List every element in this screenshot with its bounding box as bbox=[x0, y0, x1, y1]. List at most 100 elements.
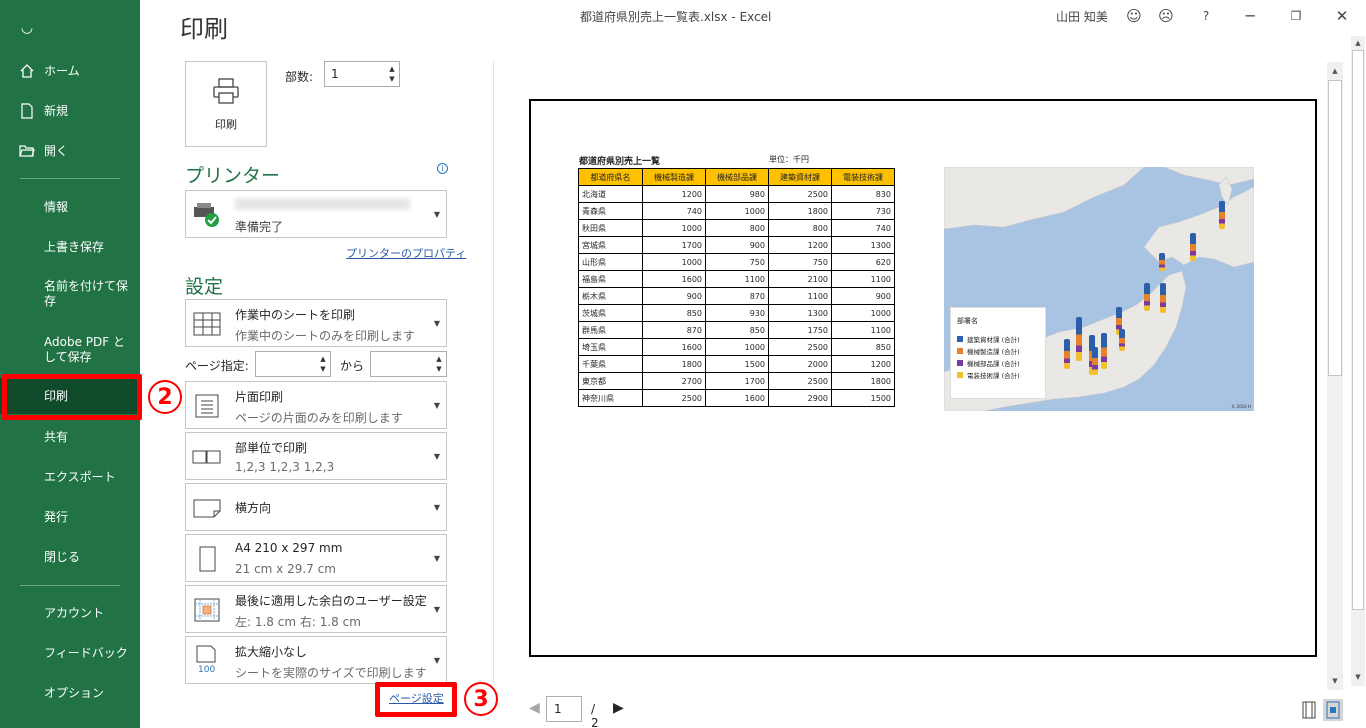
stepper-up-icon[interactable]: ▲ bbox=[434, 355, 444, 363]
collate-icon bbox=[192, 442, 222, 472]
print-what-dropdown[interactable]: 作業中のシートを印刷 作業中のシートのみを印刷します ▼ bbox=[185, 299, 447, 347]
printer-dropdown[interactable]: 準備完了 ▼ bbox=[185, 190, 447, 238]
legend-label: 機械製造課 (合計) bbox=[967, 348, 1020, 356]
preview-scrollbar[interactable]: ▲ ▼ bbox=[1327, 62, 1343, 690]
value-cell: 740 bbox=[642, 202, 706, 220]
page-title: 印刷 bbox=[180, 18, 228, 40]
stepper-down-icon[interactable]: ▼ bbox=[318, 365, 328, 373]
dropdown-subtitle: シートを実際のサイズで印刷します bbox=[235, 666, 427, 680]
map-column bbox=[1076, 317, 1082, 361]
sidebar-item-feedback[interactable]: フィードバック bbox=[0, 643, 140, 663]
value-cell: 800 bbox=[705, 219, 769, 237]
print-settings-panel: 印刷 印刷 部数: 1 ▲ ▼ プリンター i 準備完了 ▼ プリンターのプロパ… bbox=[140, 0, 500, 728]
minimize-icon[interactable]: ─ bbox=[1240, 6, 1260, 26]
value-cell: 980 bbox=[705, 185, 769, 203]
svg-text:100: 100 bbox=[198, 665, 215, 674]
sides-dropdown[interactable]: 片面印刷 ページの片面のみを印刷します ▼ bbox=[185, 381, 447, 429]
table-row: 神奈川県 2500 1600 2900 1500 bbox=[578, 389, 895, 407]
stepper-up-icon[interactable]: ▲ bbox=[318, 355, 328, 363]
sidebar-item-label: 発行 bbox=[44, 509, 69, 524]
legend-label: 電装技術課 (合計) bbox=[967, 372, 1020, 380]
printer-properties-link[interactable]: プリンターのプロパティ bbox=[346, 245, 466, 261]
sidebar-item-open[interactable]: 開く bbox=[0, 140, 140, 162]
unit-label: 単位：千円 bbox=[769, 155, 809, 164]
help-button[interactable]: ? bbox=[1196, 6, 1216, 26]
window-scrollbar[interactable]: ▲ ▼ bbox=[1351, 36, 1365, 686]
sidebar-item-share[interactable]: 共有 bbox=[0, 427, 140, 447]
sheet-title: 都道府県別売上一覧 bbox=[579, 157, 661, 167]
dropdown-title: 最後に適用した余白のユーザー設定 bbox=[235, 594, 427, 608]
pages-to-stepper[interactable]: ▲ ▼ bbox=[370, 351, 447, 377]
legend-swatch bbox=[957, 360, 963, 366]
page-total: / 2 bbox=[591, 702, 599, 728]
info-icon[interactable]: i bbox=[437, 163, 448, 174]
sidebar-item-home[interactable]: ホーム bbox=[0, 60, 140, 82]
sidebar-divider bbox=[20, 585, 120, 586]
value-cell: 2500 bbox=[768, 338, 832, 356]
paper-size-dropdown[interactable]: A4 210 x 297 mm 21 cm x 29.7 cm ▼ bbox=[185, 534, 447, 582]
value-cell: 900 bbox=[831, 287, 895, 305]
sidebar-item-print[interactable]: 印刷 bbox=[0, 378, 140, 414]
stepper-down-icon[interactable]: ▼ bbox=[434, 365, 444, 373]
prefecture-cell: 神奈川県 bbox=[578, 389, 643, 407]
sidebar-item-save-as-pdf[interactable]: Adobe PDF として保存 bbox=[0, 334, 140, 366]
sidebar-item-account[interactable]: アカウント bbox=[0, 603, 140, 623]
previous-page-icon[interactable]: ◀ bbox=[529, 700, 540, 716]
value-cell: 750 bbox=[705, 253, 769, 271]
smile-icon[interactable]: ☺ bbox=[1124, 6, 1144, 26]
margins-icon bbox=[192, 595, 222, 625]
scroll-down-icon[interactable]: ▼ bbox=[1327, 674, 1343, 688]
map-column bbox=[1064, 339, 1070, 369]
frown-icon[interactable]: ☹ bbox=[1156, 6, 1176, 26]
copies-value: 1 bbox=[331, 67, 339, 81]
value-cell: 1300 bbox=[831, 236, 895, 254]
table-row: 埼玉県 1600 1000 2500 850 bbox=[578, 338, 895, 356]
new-document-icon bbox=[18, 102, 36, 120]
value-cell: 2100 bbox=[768, 270, 832, 288]
sidebar-item-publish[interactable]: 発行 bbox=[0, 507, 140, 527]
orientation-dropdown[interactable]: 横方向 ▼ bbox=[185, 483, 447, 531]
scroll-thumb[interactable] bbox=[1352, 50, 1364, 610]
value-cell: 1000 bbox=[831, 304, 895, 322]
stepper-up-icon[interactable]: ▲ bbox=[387, 65, 397, 73]
pages-from-stepper[interactable]: ▲ ▼ bbox=[255, 351, 331, 377]
sidebar-item-save-as[interactable]: 名前を付けて保存 bbox=[0, 278, 140, 310]
sidebar-item-export[interactable]: エクスポート bbox=[0, 467, 140, 487]
value-cell: 870 bbox=[705, 287, 769, 305]
scroll-down-icon[interactable]: ▼ bbox=[1351, 670, 1365, 684]
sidebar-item-label: アカウント bbox=[44, 605, 105, 620]
restore-icon[interactable]: ❐ bbox=[1286, 6, 1306, 26]
scroll-up-icon[interactable]: ▲ bbox=[1351, 36, 1365, 50]
stepper-down-icon[interactable]: ▼ bbox=[387, 75, 397, 83]
sidebar-item-label: 新規 bbox=[44, 103, 69, 118]
copies-stepper[interactable]: 1 ▲ ▼ bbox=[324, 61, 400, 87]
scroll-thumb[interactable] bbox=[1328, 80, 1342, 376]
sidebar-item-options[interactable]: オプション bbox=[0, 683, 140, 703]
print-button[interactable]: 印刷 bbox=[185, 61, 267, 147]
user-name[interactable]: 山田 知美 bbox=[1056, 8, 1108, 25]
current-page-input[interactable]: 1 bbox=[546, 696, 582, 722]
sidebar-item-info[interactable]: 情報 bbox=[0, 197, 140, 217]
show-margins-icon[interactable] bbox=[1299, 699, 1319, 721]
sidebar-item-label: 開く bbox=[44, 143, 69, 158]
printer-name-blurred bbox=[235, 198, 410, 210]
one-sided-icon bbox=[192, 391, 222, 421]
next-page-icon[interactable]: ▶ bbox=[613, 700, 624, 716]
chevron-down-icon: ▼ bbox=[433, 656, 440, 665]
copies-label: 部数: bbox=[285, 70, 314, 84]
sidebar-item-new[interactable]: 新規 bbox=[0, 100, 140, 122]
margins-dropdown[interactable]: 最後に適用した余白のユーザー設定 左: 1.8 cm 右: 1.8 cm ▼ bbox=[185, 585, 447, 633]
close-icon[interactable]: ✕ bbox=[1332, 6, 1352, 26]
dropdown-subtitle: 21 cm x 29.7 cm bbox=[235, 562, 336, 576]
back-button[interactable]: ◡ bbox=[0, 18, 140, 38]
page-setup-link[interactable]: ページ設定 bbox=[389, 690, 444, 706]
sheet-icon bbox=[192, 309, 222, 339]
value-cell: 1600 bbox=[705, 389, 769, 407]
scaling-dropdown[interactable]: 100 拡大縮小なし シートを実際のサイズで印刷します ▼ bbox=[185, 636, 447, 684]
sidebar-item-save[interactable]: 上書き保存 bbox=[0, 237, 140, 257]
sidebar-item-close[interactable]: 閉じる bbox=[0, 547, 140, 567]
collate-dropdown[interactable]: 部単位で印刷 1,2,3 1,2,3 1,2,3 ▼ bbox=[185, 432, 447, 480]
settings-heading: 設定 bbox=[185, 276, 224, 298]
zoom-to-page-icon[interactable] bbox=[1323, 699, 1343, 721]
scroll-up-icon[interactable]: ▲ bbox=[1327, 64, 1343, 78]
